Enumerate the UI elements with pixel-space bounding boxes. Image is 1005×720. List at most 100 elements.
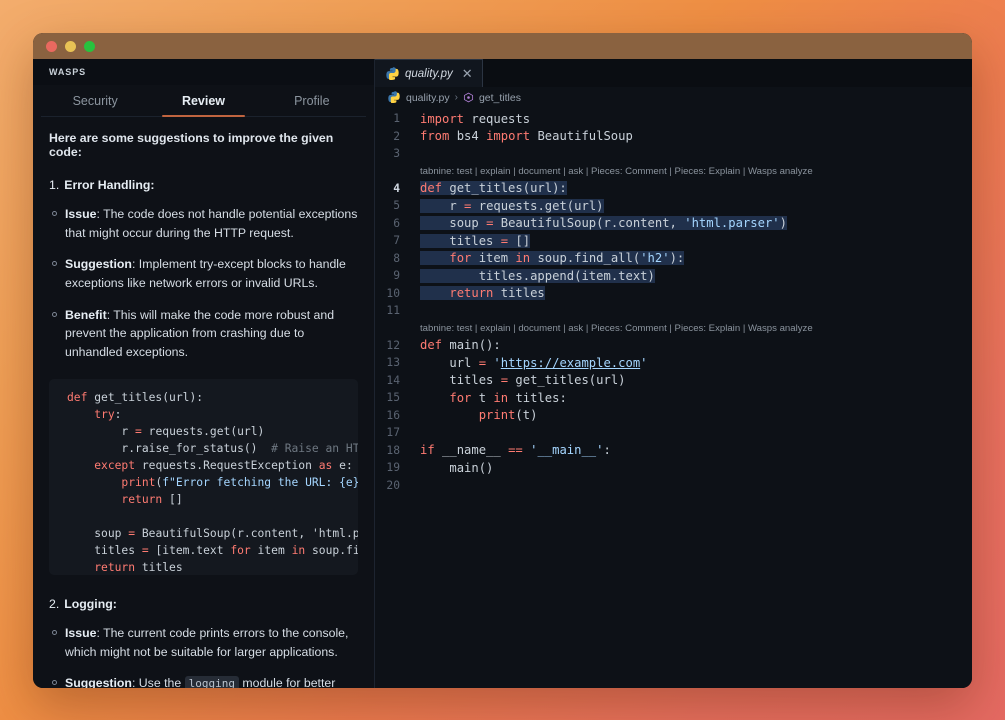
gutter-line-number: 11 bbox=[386, 304, 400, 318]
tab-review[interactable]: Review bbox=[149, 85, 257, 117]
bullet-body: Suggestion: Use the logging module for b… bbox=[65, 674, 358, 688]
code-line[interactable]: 13 url = 'https://example.com' bbox=[375, 354, 972, 372]
section-2-number: 2. bbox=[49, 596, 60, 611]
bullet-body: Issue: The code does not handle potentia… bbox=[65, 205, 358, 242]
bullet-label: Suggestion bbox=[65, 676, 132, 688]
breadcrumb: quality.py › get_titles bbox=[375, 87, 972, 108]
close-icon[interactable]: ✕ bbox=[462, 67, 473, 80]
list-item: Suggestion: Implement try-except blocks … bbox=[49, 255, 358, 292]
bullet-body: Suggestion: Implement try-except blocks … bbox=[65, 255, 358, 292]
list-item: Issue: The current code prints errors to… bbox=[49, 624, 358, 661]
method-symbol-icon bbox=[463, 92, 474, 103]
breadcrumb-file[interactable]: quality.py bbox=[406, 92, 450, 104]
bullet-text: : The current code prints errors to the … bbox=[65, 625, 349, 659]
suggestions-intro: Here are some suggestions to improve the… bbox=[49, 131, 334, 159]
tab-profile-label: Profile bbox=[294, 93, 330, 108]
gutter-line-number: 12 bbox=[386, 338, 400, 352]
tab-profile[interactable]: Profile bbox=[258, 85, 366, 116]
app-window: WASPS Security Review Profile Here are s… bbox=[33, 33, 972, 688]
gutter-line-number: 1 bbox=[393, 112, 400, 126]
code-line-text: def get_titles(url): bbox=[420, 181, 567, 196]
code-line[interactable]: 4 def get_titles(url): bbox=[375, 180, 972, 198]
bullet-text: : Use the bbox=[131, 676, 185, 688]
section-1-number: 1. bbox=[49, 178, 60, 192]
sidebar-tab-bar: Security Review Profile bbox=[41, 85, 366, 117]
editor-tab-filename: quality.py bbox=[405, 67, 453, 80]
gutter-line-number: 4 bbox=[393, 181, 400, 195]
code-line-text: import requests bbox=[420, 111, 531, 126]
suggested-code-text: def get_titles(url): try: r = requests.g… bbox=[67, 390, 358, 574]
sidebar-header: WASPS bbox=[33, 59, 374, 85]
gutter-line-number: 3 bbox=[393, 147, 400, 161]
gutter-line-number: 14 bbox=[386, 373, 400, 387]
gutter-line-number: 17 bbox=[386, 426, 400, 440]
gutter-line-number: 13 bbox=[386, 356, 400, 370]
code-line[interactable]: 18 if __name__ == '__main__': bbox=[375, 442, 972, 460]
list-item: Benefit: This will make the code more ro… bbox=[49, 306, 358, 362]
code-line[interactable]: 3 bbox=[375, 145, 972, 163]
gutter-line-number: 16 bbox=[386, 408, 400, 422]
code-line[interactable]: 10 return titles bbox=[375, 285, 972, 303]
editor-tab-bar: quality.py ✕ bbox=[375, 59, 972, 87]
code-line-text: if __name__ == '__main__': bbox=[420, 443, 611, 458]
bullet-text: : The code does not handle potential exc… bbox=[65, 207, 358, 240]
code-line[interactable]: 17 bbox=[375, 424, 972, 442]
gutter-line-number: 10 bbox=[386, 286, 400, 300]
code-line-text: titles = [] bbox=[412, 233, 972, 248]
gutter-line-number: 18 bbox=[386, 443, 400, 457]
bullet-circle-icon bbox=[52, 261, 57, 267]
gutter-line-number: 6 bbox=[393, 216, 400, 230]
code-line[interactable]: 19 main() bbox=[375, 459, 972, 477]
bullet-body: Issue: The current code prints errors to… bbox=[65, 624, 358, 661]
python-icon bbox=[388, 91, 401, 104]
code-line[interactable]: 2 from bs4 import BeautifulSoup bbox=[375, 128, 972, 146]
gutter-line-number: 20 bbox=[386, 478, 400, 492]
bullet-circle-icon bbox=[52, 680, 57, 686]
wasps-sidebar-panel: WASPS Security Review Profile Here are s… bbox=[33, 59, 375, 688]
code-lens-row: 0tabnine: test | explain | document | as… bbox=[375, 320, 972, 337]
code-text-area[interactable]: 1 import requests 2 from bs4 import Beautif… bbox=[375, 108, 972, 688]
close-window-button[interactable] bbox=[46, 40, 57, 52]
code-lens-actions[interactable]: tabnine: test | explain | document | ask… bbox=[412, 166, 813, 177]
gutter-line-number: 5 bbox=[393, 199, 400, 213]
code-line-text: main() bbox=[449, 460, 494, 475]
gutter-line-number: 8 bbox=[393, 251, 400, 265]
bullet-circle-icon bbox=[52, 629, 57, 635]
gutter-line-number: 19 bbox=[386, 461, 400, 475]
code-line-text: titles.append(item.text) bbox=[412, 268, 972, 283]
tab-security-label: Security bbox=[72, 93, 118, 108]
code-line[interactable]: 11 bbox=[375, 302, 972, 320]
sidebar-panel-title: WASPS bbox=[49, 67, 87, 77]
gutter-line-number: 9 bbox=[393, 269, 400, 283]
window-body: WASPS Security Review Profile Here are s… bbox=[33, 59, 972, 688]
code-line[interactable]: 7 titles = [] bbox=[375, 232, 972, 250]
code-line[interactable]: 8 for item in soup.find_all('h2'): bbox=[375, 250, 972, 268]
code-line[interactable]: 15 for t in titles: bbox=[375, 389, 972, 407]
bullet-label: Issue bbox=[65, 207, 97, 221]
bullet-label: Issue bbox=[65, 625, 97, 640]
list-item: Suggestion: Use the logging module for b… bbox=[49, 674, 358, 688]
bullet-label: Benefit bbox=[65, 307, 107, 322]
code-line[interactable]: 14 titles = get_titles(url) bbox=[375, 372, 972, 390]
tab-security[interactable]: Security bbox=[41, 85, 149, 116]
inline-code-logging: logging bbox=[184, 676, 239, 688]
minimize-window-button[interactable] bbox=[65, 40, 76, 52]
code-line[interactable]: 12 def main(): bbox=[375, 337, 972, 355]
gutter-line-number: 15 bbox=[386, 391, 400, 405]
maximize-window-button[interactable] bbox=[84, 40, 95, 52]
code-line[interactable]: 1 import requests bbox=[375, 110, 972, 128]
section-1-title: Error Handling: bbox=[64, 178, 155, 192]
gutter-line-number: 7 bbox=[393, 234, 400, 248]
code-line[interactable]: 5 r = requests.get(url) bbox=[375, 197, 972, 215]
sidebar-content-scroll[interactable]: Here are some suggestions to improve the… bbox=[33, 117, 374, 688]
editor-tab-quality-py[interactable]: quality.py ✕ bbox=[375, 59, 483, 87]
code-line[interactable]: 6 soup = BeautifulSoup(r.content, 'html.… bbox=[375, 215, 972, 233]
code-line[interactable]: 9 titles.append(item.text) bbox=[375, 267, 972, 285]
suggested-code-block[interactable]: def get_titles(url): try: r = requests.g… bbox=[49, 378, 358, 575]
code-line[interactable]: 16 print(t) bbox=[375, 407, 972, 425]
code-line-text: soup = BeautifulSoup(r.content, 'html.pa… bbox=[412, 216, 972, 231]
breadcrumb-symbol[interactable]: get_titles bbox=[479, 92, 521, 104]
code-lens-actions[interactable]: tabnine: test | explain | document | ask… bbox=[412, 323, 813, 334]
list-item: Issue: The code does not handle potentia… bbox=[49, 205, 358, 242]
code-line[interactable]: 20 bbox=[375, 477, 972, 495]
